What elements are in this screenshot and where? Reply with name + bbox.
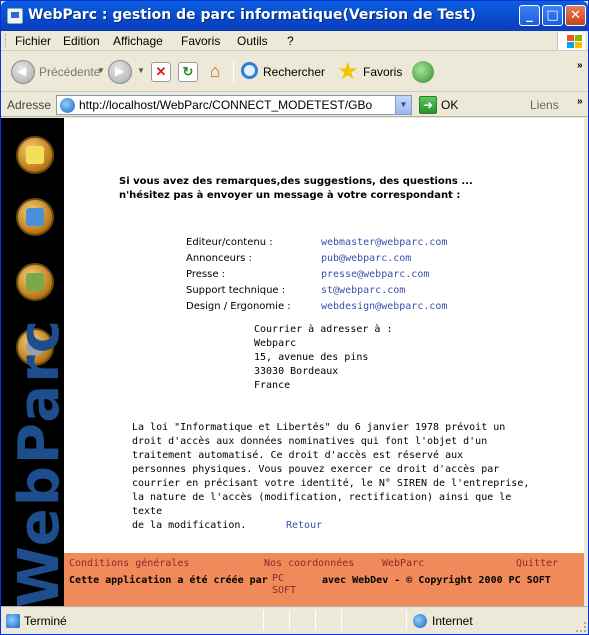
toolbar-more-icon[interactable]: »: [577, 60, 583, 71]
law-line: de la modification.: [132, 520, 247, 531]
pcsoft-link[interactable]: PC SOFT: [272, 573, 296, 597]
menu-affichage[interactable]: Affichage: [113, 34, 163, 48]
law-line: droit d'accès aux données nominatives qu…: [132, 436, 488, 447]
go-button[interactable]: OK: [441, 98, 458, 112]
history-icon[interactable]: [412, 61, 434, 83]
address-line: France: [254, 380, 291, 391]
back-dropdown-icon[interactable]: ▼: [97, 66, 105, 75]
menu-help[interactable]: ?: [287, 34, 294, 48]
webparc-link[interactable]: WebParc: [382, 558, 424, 569]
links-toolbar[interactable]: Liens: [530, 98, 559, 112]
made-by-text: Cette application a été créée par: [69, 575, 268, 586]
contact-label: Editeur/contenu :: [186, 237, 273, 248]
favorites-button-label[interactable]: Favoris: [363, 65, 402, 79]
page-content: WebParc Si vous avez des remarques,des s…: [1, 118, 584, 606]
menu-outils[interactable]: Outils: [237, 34, 268, 48]
sidebar: WebParc: [1, 118, 64, 606]
intro-line-1: Si vous avez des remarques,des suggestio…: [119, 176, 473, 187]
menu-favoris[interactable]: Favoris: [181, 34, 220, 48]
maximize-button[interactable]: □: [542, 5, 563, 26]
coordonnees-link[interactable]: Nos coordonnées: [264, 558, 354, 569]
contact-email-link[interactable]: presse@webparc.com: [321, 267, 429, 283]
page-icon: [60, 98, 75, 113]
browser-window: WebParc : gestion de parc informatique(V…: [0, 0, 589, 635]
pcsoft-link-line-1[interactable]: PC: [272, 573, 296, 585]
status-separator: [263, 610, 264, 630]
minimize-button[interactable]: _: [519, 5, 540, 26]
favorites-icon[interactable]: ★: [337, 57, 359, 86]
refresh-icon[interactable]: ↻: [178, 62, 198, 82]
address-label: Adresse: [7, 98, 52, 112]
contact-page: Si vous avez des remarques,des suggestio…: [64, 118, 584, 606]
resize-grip[interactable]: [576, 622, 586, 632]
address-heading: Courrier à adresser à :: [254, 324, 393, 335]
contact-label: Annonceurs :: [186, 253, 252, 264]
address-field[interactable]: http://localhost/WebParc/CONNECT_MODETES…: [56, 95, 412, 115]
window-title: WebParc : gestion de parc informatique(V…: [28, 7, 476, 23]
security-zone: Internet: [432, 614, 473, 628]
contact-email-link[interactable]: pub@webparc.com: [321, 251, 411, 267]
windows-logo-icon: [557, 32, 585, 50]
contact-label: Design / Ergonomie :: [186, 301, 291, 312]
webparc-brand-logo: WebParc: [7, 318, 64, 606]
page-done-icon: [6, 614, 20, 628]
status-separator: [315, 610, 316, 630]
contact-email-link[interactable]: st@webparc.com: [321, 283, 405, 299]
intro-text: Si vous avez des remarques,des suggestio…: [119, 175, 539, 203]
quitter-link[interactable]: Quitter: [516, 558, 558, 569]
back-icon[interactable]: [11, 60, 35, 84]
sidebar-nav-icon-2[interactable]: [16, 198, 54, 236]
law-line: La loi "Informatique et Libertés" du 6 j…: [132, 422, 506, 433]
sidebar-nav-icon-1[interactable]: [16, 136, 54, 174]
address-url[interactable]: http://localhost/WebParc/CONNECT_MODETES…: [79, 98, 389, 112]
menu-fichier[interactable]: Fichier: [15, 34, 51, 48]
go-arrow-icon[interactable]: ➜: [419, 96, 437, 114]
status-separator: [341, 610, 342, 630]
status-bar: Terminé Internet: [1, 606, 588, 634]
contact-email-link[interactable]: webmaster@webparc.com: [321, 235, 447, 251]
law-line: courrier en précisant votre identité, le…: [132, 478, 530, 489]
stop-icon[interactable]: ✕: [151, 62, 171, 82]
privacy-law-notice: La loi "Informatique et Libertés" du 6 j…: [132, 421, 532, 533]
menu-grip[interactable]: [5, 34, 8, 48]
back-button-label[interactable]: Précédente: [39, 65, 100, 79]
search-icon[interactable]: [241, 62, 258, 79]
pcsoft-link-line-2[interactable]: SOFT: [272, 585, 296, 597]
contact-label: Support technique :: [186, 285, 286, 296]
search-button-label[interactable]: Rechercher: [263, 65, 325, 79]
address-line: Webparc: [254, 338, 297, 349]
law-line: la nature de l'accès (modification, rect…: [132, 492, 512, 517]
contact-label: Presse :: [186, 269, 226, 280]
address-line: 15, avenue des pins: [254, 352, 369, 363]
internet-zone-icon: [413, 614, 427, 628]
forward-icon[interactable]: [108, 60, 132, 84]
title-bar[interactable]: WebParc : gestion de parc informatique(V…: [1, 1, 588, 31]
standard-toolbar: Précédente ▼ ▼ ✕ ↻ ⌂ Rechercher ★ Favori…: [1, 52, 588, 92]
close-button[interactable]: ✕: [565, 5, 586, 26]
links-more-icon[interactable]: »: [577, 96, 583, 107]
sidebar-nav-icon-3[interactable]: [16, 263, 54, 301]
conditions-link[interactable]: Conditions générales: [69, 558, 189, 569]
postal-address: Courrier à adresser à : Webparc 15, aven…: [254, 323, 392, 393]
menu-edition[interactable]: Edition: [63, 34, 100, 48]
copyright-text: avec WebDev - © Copyright 2000 PC SOFT: [322, 575, 551, 586]
address-line: 33030 Bordeaux: [254, 366, 339, 377]
page-footer: Conditions générales Nos coordonnées Web…: [64, 553, 584, 606]
law-line: traitement automatisé. Ce droit d'accès …: [132, 450, 464, 461]
menu-bar: Fichier Edition Affichage Favoris Outils…: [1, 31, 588, 51]
retour-link[interactable]: Retour: [286, 520, 322, 531]
home-icon[interactable]: ⌂: [205, 62, 225, 82]
status-separator: [289, 610, 290, 630]
status-text: Terminé: [24, 614, 67, 628]
scroll-rail: [584, 118, 588, 606]
intro-line-2: n'hésitez pas à envoyer un message à vot…: [119, 190, 461, 201]
law-line: personnes physiques. Vous pouvez exercer…: [132, 464, 500, 475]
address-bar: Adresse http://localhost/WebParc/CONNECT…: [1, 93, 588, 117]
contact-email-link[interactable]: webdesign@webparc.com: [321, 299, 447, 315]
address-dropdown-icon[interactable]: ▼: [395, 96, 411, 114]
forward-dropdown-icon[interactable]: ▼: [137, 66, 145, 75]
status-separator: [406, 610, 407, 630]
ie-window-icon[interactable]: [7, 8, 23, 24]
toolbar-separator: [233, 60, 234, 84]
